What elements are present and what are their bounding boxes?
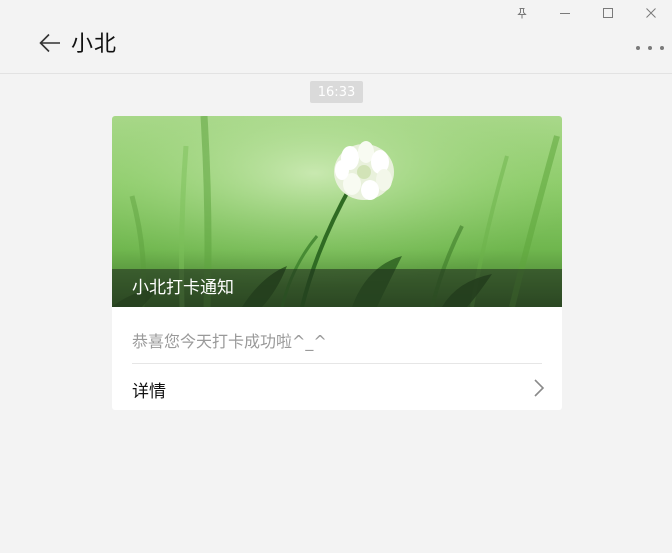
card-title: 小北打卡通知: [112, 269, 562, 307]
notification-card[interactable]: 小北打卡通知 恭喜您今天打卡成功啦^_^ 详情: [112, 116, 562, 410]
arrow-left-icon: [39, 33, 60, 53]
detail-label: 详情: [132, 382, 166, 402]
card-cover-image[interactable]: 小北打卡通知: [112, 116, 562, 307]
more-dots-icon: [636, 46, 640, 50]
more-button[interactable]: [636, 40, 664, 56]
chat-header: 小北: [0, 0, 672, 74]
chat-window: 小北 16:33 小北打卡通知 恭喜您今天打卡成功啦^_^ 详情: [0, 0, 672, 553]
card-description: 恭喜您今天打卡成功啦^_^: [132, 332, 327, 351]
card-detail-row[interactable]: 详情: [112, 364, 562, 410]
message-timestamp: 16:33: [310, 81, 363, 103]
chevron-right-icon: [534, 379, 545, 397]
chat-title: 小北: [71, 32, 118, 57]
back-button[interactable]: [36, 29, 64, 57]
